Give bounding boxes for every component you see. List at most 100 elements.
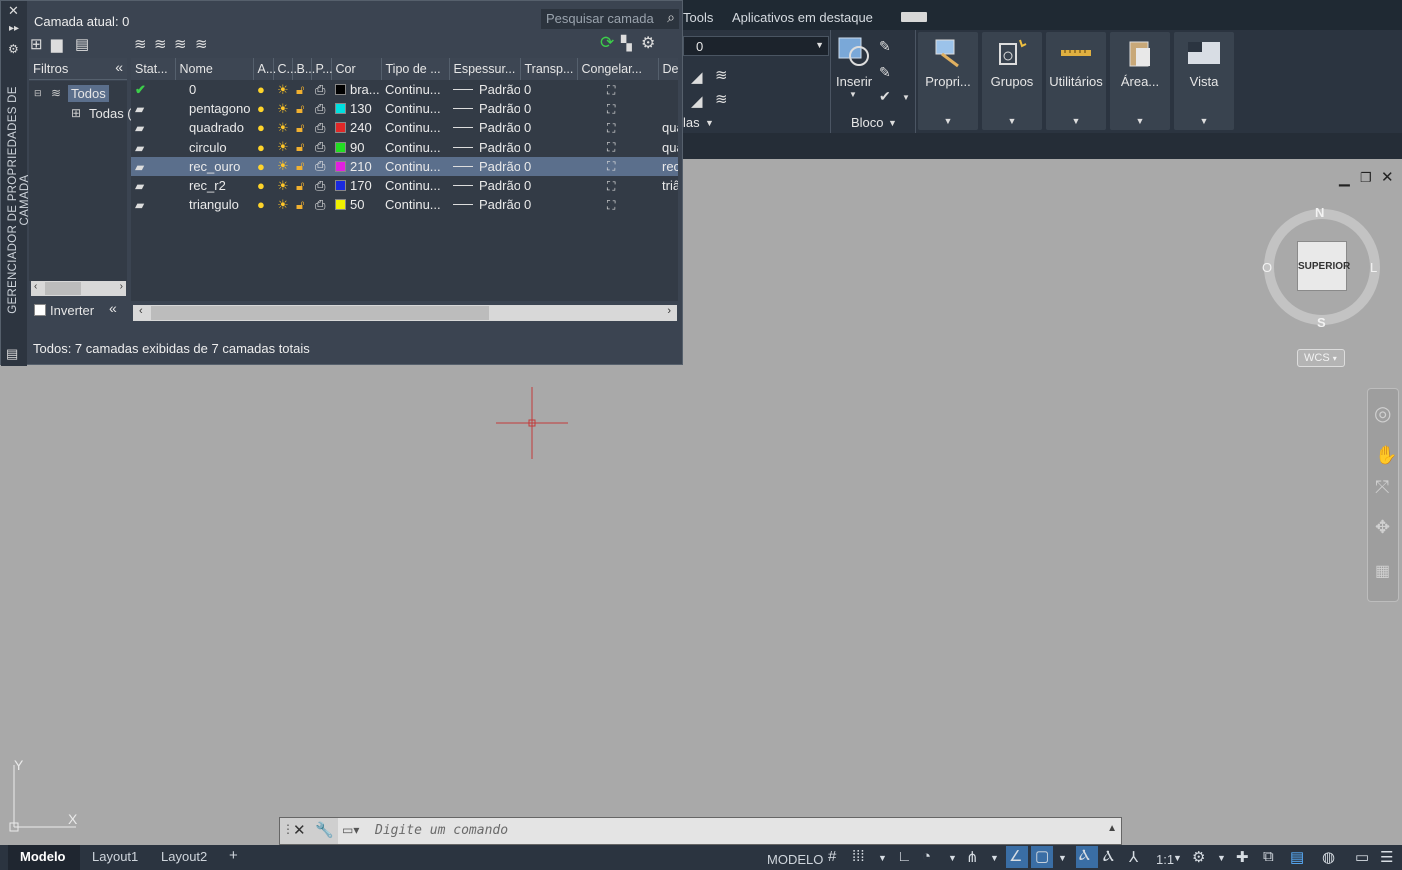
layer-new-vp-freeze-cell[interactable]: ⛶: [577, 80, 658, 99]
settings-gear-icon[interactable]: ⚙: [8, 42, 19, 56]
layer-description-cell[interactable]: triâ: [658, 176, 678, 195]
layer-states-icon[interactable]: ▤: [6, 346, 18, 362]
layer-row[interactable]: ▰ triangulo ● ☀ 🔓︎ ⎙ 50 Continu... Padrão 0 ⛶: [131, 195, 678, 214]
tab-featured-apps[interactable]: Aplicativos em destaque: [732, 10, 873, 25]
layer-freeze-toggle[interactable]: ☀: [273, 156, 292, 176]
layer-freeze-toggle[interactable]: ☀: [273, 195, 292, 214]
layer-lineweight-cell[interactable]: Padrão: [449, 176, 520, 195]
layer-on-toggle[interactable]: ●: [253, 138, 273, 157]
customize-wrench-icon[interactable]: 🔧: [315, 821, 334, 839]
layer-transparency-cell[interactable]: 0: [520, 99, 577, 118]
layer-transparency-cell[interactable]: 0: [520, 138, 577, 157]
showmotion-icon[interactable]: ▦: [1375, 561, 1390, 581]
close-icon[interactable]: ✕: [8, 3, 19, 19]
layer-linetype-cell[interactable]: Continu...: [381, 99, 449, 118]
layer-status-cell[interactable]: ▰: [131, 176, 175, 195]
refresh-icon[interactable]: ⟳: [600, 33, 614, 53]
compass-east[interactable]: L: [1370, 260, 1377, 275]
close-icon[interactable]: ✕: [293, 821, 306, 839]
viewcube[interactable]: SUPERIOR N S L O: [1262, 203, 1382, 333]
column-header[interactable]: Transp...: [520, 58, 578, 80]
layer-new-vp-freeze-cell[interactable]: ⛶: [577, 156, 658, 176]
annotation-monitor-icon[interactable]: ✚: [1236, 848, 1249, 866]
layer-linetype-cell[interactable]: Continu...: [381, 138, 449, 157]
layer-transparency-cell[interactable]: 0: [520, 176, 577, 195]
layer-lineweight-cell[interactable]: Padrão: [449, 138, 520, 157]
tab-layout1[interactable]: Layout1: [92, 849, 138, 864]
polar-tracking-icon[interactable]: ◔: [922, 848, 931, 865]
layer-lock-toggle[interactable]: 🔓︎: [292, 138, 311, 157]
column-header[interactable]: Cor: [331, 58, 382, 80]
new-group-filter-icon[interactable]: ▆: [51, 35, 63, 53]
delete-layer-icon[interactable]: ≋: [174, 35, 187, 53]
autohide-icon[interactable]: ▸▸: [9, 23, 19, 34]
layer-lock-toggle[interactable]: 🔓︎: [292, 80, 311, 99]
chevron-down-icon[interactable]: ▼: [1058, 853, 1067, 863]
quick-properties-icon[interactable]: ▤: [1290, 848, 1304, 866]
edit-block-icon[interactable]: ✎: [879, 64, 891, 81]
filter-hscrollbar[interactable]: ‹ ›: [31, 281, 126, 296]
column-header[interactable]: Nome: [175, 58, 254, 80]
workspace-dropdown[interactable]: [901, 12, 927, 22]
layer-plot-toggle[interactable]: ⎙: [311, 138, 331, 157]
layer-transparency-cell[interactable]: 0: [520, 156, 577, 176]
layer-search-field[interactable]: Pesquisar camada ⌕: [541, 9, 679, 29]
layer-row[interactable]: ▰ rec_r2 ● ☀ 🔓︎ ⎙ 170 Continu... Padrão 0 ⛶ triâ: [131, 176, 678, 195]
annotation-scale[interactable]: 1:1: [1156, 852, 1174, 867]
layer-description-cell[interactable]: qua: [658, 138, 678, 157]
layer-plot-toggle[interactable]: ⎙: [311, 80, 331, 99]
steering-wheel-icon[interactable]: ◎: [1374, 401, 1391, 426]
layer-lineweight-cell[interactable]: Padrão: [449, 80, 520, 99]
layer-row[interactable]: ✔ 0 ● ☀ 🔓︎ ⎙ bra... Continu... Padrão 0 ⛶: [131, 80, 678, 99]
new-property-filter-icon[interactable]: ⊞: [30, 35, 43, 53]
column-header[interactable]: De: [658, 58, 678, 80]
view-panel-button[interactable]: Vista ▼: [1174, 32, 1234, 130]
layer-color-cell[interactable]: 130: [331, 99, 381, 118]
isodraft-icon[interactable]: ⋔: [966, 848, 979, 866]
scroll-thumb[interactable]: [151, 306, 489, 320]
column-header[interactable]: Tipo de ...: [381, 58, 450, 80]
layer-linetype-cell[interactable]: Continu...: [381, 176, 449, 195]
layer-new-vp-freeze-cell[interactable]: ⛶: [577, 138, 658, 157]
tab-layout2[interactable]: Layout2: [161, 849, 207, 864]
layer-description-cell[interactable]: [658, 99, 678, 118]
chevron-down-icon[interactable]: ▼: [878, 853, 887, 863]
layer-plot-toggle[interactable]: ⎙: [311, 156, 331, 176]
layer-transparency-cell[interactable]: 0: [520, 195, 577, 214]
orbit-icon[interactable]: ✥: [1375, 517, 1390, 538]
command-history-icon[interactable]: ▲: [1107, 823, 1117, 834]
compass-north[interactable]: N: [1315, 205, 1324, 220]
layer-name-cell[interactable]: rec_ouro: [175, 156, 253, 176]
layer-linetype-cell[interactable]: Continu...: [381, 156, 449, 176]
close-viewport-icon[interactable]: ✕: [1381, 168, 1394, 186]
layer-color-cell[interactable]: 240: [331, 118, 381, 137]
tab-tools[interactable]: Tools: [683, 10, 713, 25]
layer-lineweight-cell[interactable]: Padrão: [449, 156, 520, 176]
customize-menu-icon[interactable]: ☰: [1380, 848, 1393, 866]
layer-on-toggle[interactable]: ●: [253, 195, 273, 214]
layer-on-toggle[interactable]: ●: [253, 156, 273, 176]
layer-transparency-cell[interactable]: 0: [520, 80, 577, 99]
layer-status-cell[interactable]: ✔: [131, 80, 175, 99]
scroll-thumb[interactable]: [45, 282, 81, 295]
block-panel-label[interactable]: Bloco: [851, 115, 884, 130]
layer-row[interactable]: ▰ rec_ouro ● ☀ 🔓︎ ⎙ 210 Continu... Padrão 0 ⛶ rec: [131, 156, 678, 176]
viewcube-top-face[interactable]: SUPERIOR: [1297, 241, 1350, 291]
insert-button[interactable]: Inserir: [836, 74, 872, 89]
layer-description-cell[interactable]: [658, 80, 678, 99]
layer-on-toggle[interactable]: ●: [253, 99, 273, 118]
layer-freeze-toggle[interactable]: ☀: [273, 80, 292, 99]
layer-on-toggle[interactable]: ●: [253, 176, 273, 195]
layer-status-cell[interactable]: ▰: [131, 118, 175, 137]
layers-panel-label[interactable]: las: [683, 115, 700, 130]
scroll-left-icon[interactable]: ‹: [139, 305, 143, 317]
layer-lineweight-cell[interactable]: Padrão: [449, 99, 520, 118]
clipboard-panel-button[interactable]: Área... ▼: [1110, 32, 1170, 130]
minimize-viewport-icon[interactable]: ▁: [1339, 170, 1350, 187]
chevron-down-icon[interactable]: ▼: [849, 90, 857, 99]
isolate-objects-icon[interactable]: ◍: [1322, 848, 1335, 866]
ortho-icon[interactable]: ∟: [897, 848, 912, 865]
layer-states-manager-icon[interactable]: ▤: [75, 35, 89, 53]
collapse-filters-icon[interactable]: «: [109, 300, 117, 316]
layer-plot-toggle[interactable]: ⎙: [311, 99, 331, 118]
